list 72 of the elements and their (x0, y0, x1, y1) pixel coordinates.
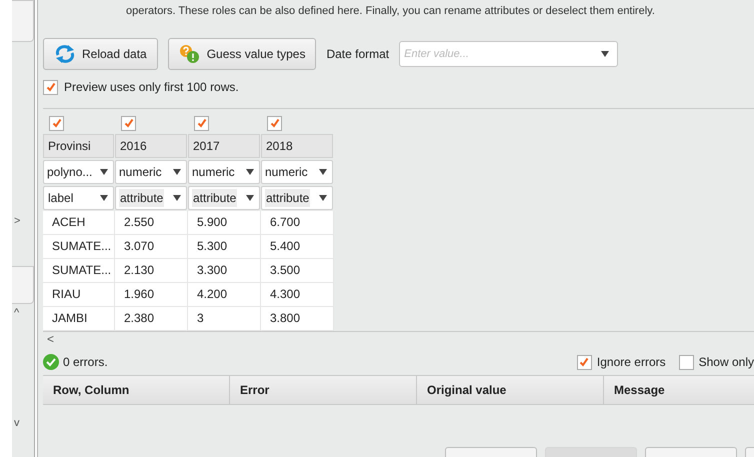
table-cell: ACEH (43, 211, 115, 235)
table-cell: RIAU (43, 283, 115, 307)
success-check-icon (43, 354, 59, 370)
table-cell: 5.300 (188, 235, 261, 259)
table-cell: SUMATE... (43, 235, 115, 259)
table-cell: 2.550 (115, 211, 188, 235)
dropdown-caret-icon (100, 195, 108, 201)
table-cell: 3 (188, 307, 261, 331)
table-cell: SUMATE... (43, 259, 115, 283)
expand-arrow[interactable]: > (12, 212, 34, 230)
table-cell: 3.800 (261, 307, 334, 331)
column-header[interactable]: Provinsi (43, 134, 114, 158)
preview-option-label: Preview uses only first 100 rows. (64, 80, 239, 94)
table-cell: 2.380 (115, 307, 188, 331)
table-cell: 5.400 (261, 235, 334, 259)
dropdown-caret-icon (173, 169, 181, 175)
checkmark-icon (196, 118, 206, 128)
dropdown-caret-icon (246, 195, 254, 201)
column-header[interactable]: Error (230, 376, 417, 405)
table-cell: JAMBI (43, 307, 115, 331)
checkmark-icon (46, 82, 56, 92)
checkmark-icon (124, 118, 134, 128)
column-header[interactable]: 2016 (115, 134, 187, 158)
dropdown-caret-icon (100, 169, 108, 175)
role-dropdown[interactable]: attribute (188, 186, 260, 210)
refresh-icon (54, 45, 76, 63)
ignore-errors-checkbox[interactable] (576, 354, 592, 370)
table-cell: 5.900 (188, 211, 261, 235)
column-header[interactable]: 2018 (261, 134, 333, 158)
type-dropdown[interactable]: numeric (115, 160, 187, 184)
reload-data-button[interactable]: Reload data (43, 38, 158, 70)
table-cell: 3.070 (115, 235, 188, 259)
intro-text: operators. These roles can be also defined here. Finally, you can rename attributes or deselect them entirely. (125, 4, 656, 19)
type-dropdown[interactable]: polyno... (43, 160, 114, 184)
role-dropdown[interactable]: attribute (261, 186, 333, 210)
question-exclamation-icon (178, 44, 201, 64)
date-format-label: Date format (326, 47, 390, 61)
table-cell: 4.300 (261, 283, 334, 307)
dropdown-caret-icon (319, 195, 327, 201)
column-header[interactable]: Message (604, 376, 754, 405)
dropdown-caret-icon (173, 195, 181, 201)
column-header[interactable]: Row, Column (43, 376, 230, 405)
column-checkbox[interactable] (121, 116, 136, 130)
table-cell: 4.200 (188, 283, 261, 307)
column-header[interactable]: Original value (417, 376, 604, 405)
type-dropdown[interactable]: numeric (261, 160, 333, 184)
table-cell: 6.700 (261, 211, 334, 235)
dropdown-caret-icon (601, 51, 610, 57)
role-dropdown[interactable]: label (43, 186, 114, 210)
role-dropdown[interactable]: attribute (115, 186, 187, 210)
show-only-checkbox[interactable] (678, 354, 694, 370)
column-checkbox[interactable] (49, 116, 64, 130)
column-checkbox[interactable] (194, 116, 209, 130)
ignore-errors-label: Ignore errors (596, 355, 666, 369)
scroll-up-arrow[interactable]: ^ (12, 304, 34, 322)
table-cell: 2.130 (115, 259, 188, 283)
preview-checkbox[interactable] (43, 80, 58, 94)
error-count: 0 errors. (63, 355, 108, 369)
table-cell: 3.500 (261, 259, 334, 283)
dropdown-caret-icon (246, 169, 254, 175)
checkmark-icon (270, 118, 280, 128)
table-cell: 1.960 (115, 283, 188, 307)
column-header[interactable]: 2017 (188, 134, 260, 158)
type-dropdown[interactable]: numeric (188, 160, 260, 184)
checkmark-icon (579, 357, 590, 367)
table-cell: 3.300 (188, 259, 261, 283)
guess-value-types-button[interactable]: Guess value types (168, 38, 316, 70)
dropdown-caret-icon (319, 169, 327, 175)
show-only-label: Show only (698, 355, 754, 369)
scroll-down-arrow[interactable]: v (12, 414, 34, 432)
column-checkbox[interactable] (267, 116, 282, 130)
checkmark-icon (52, 118, 62, 128)
